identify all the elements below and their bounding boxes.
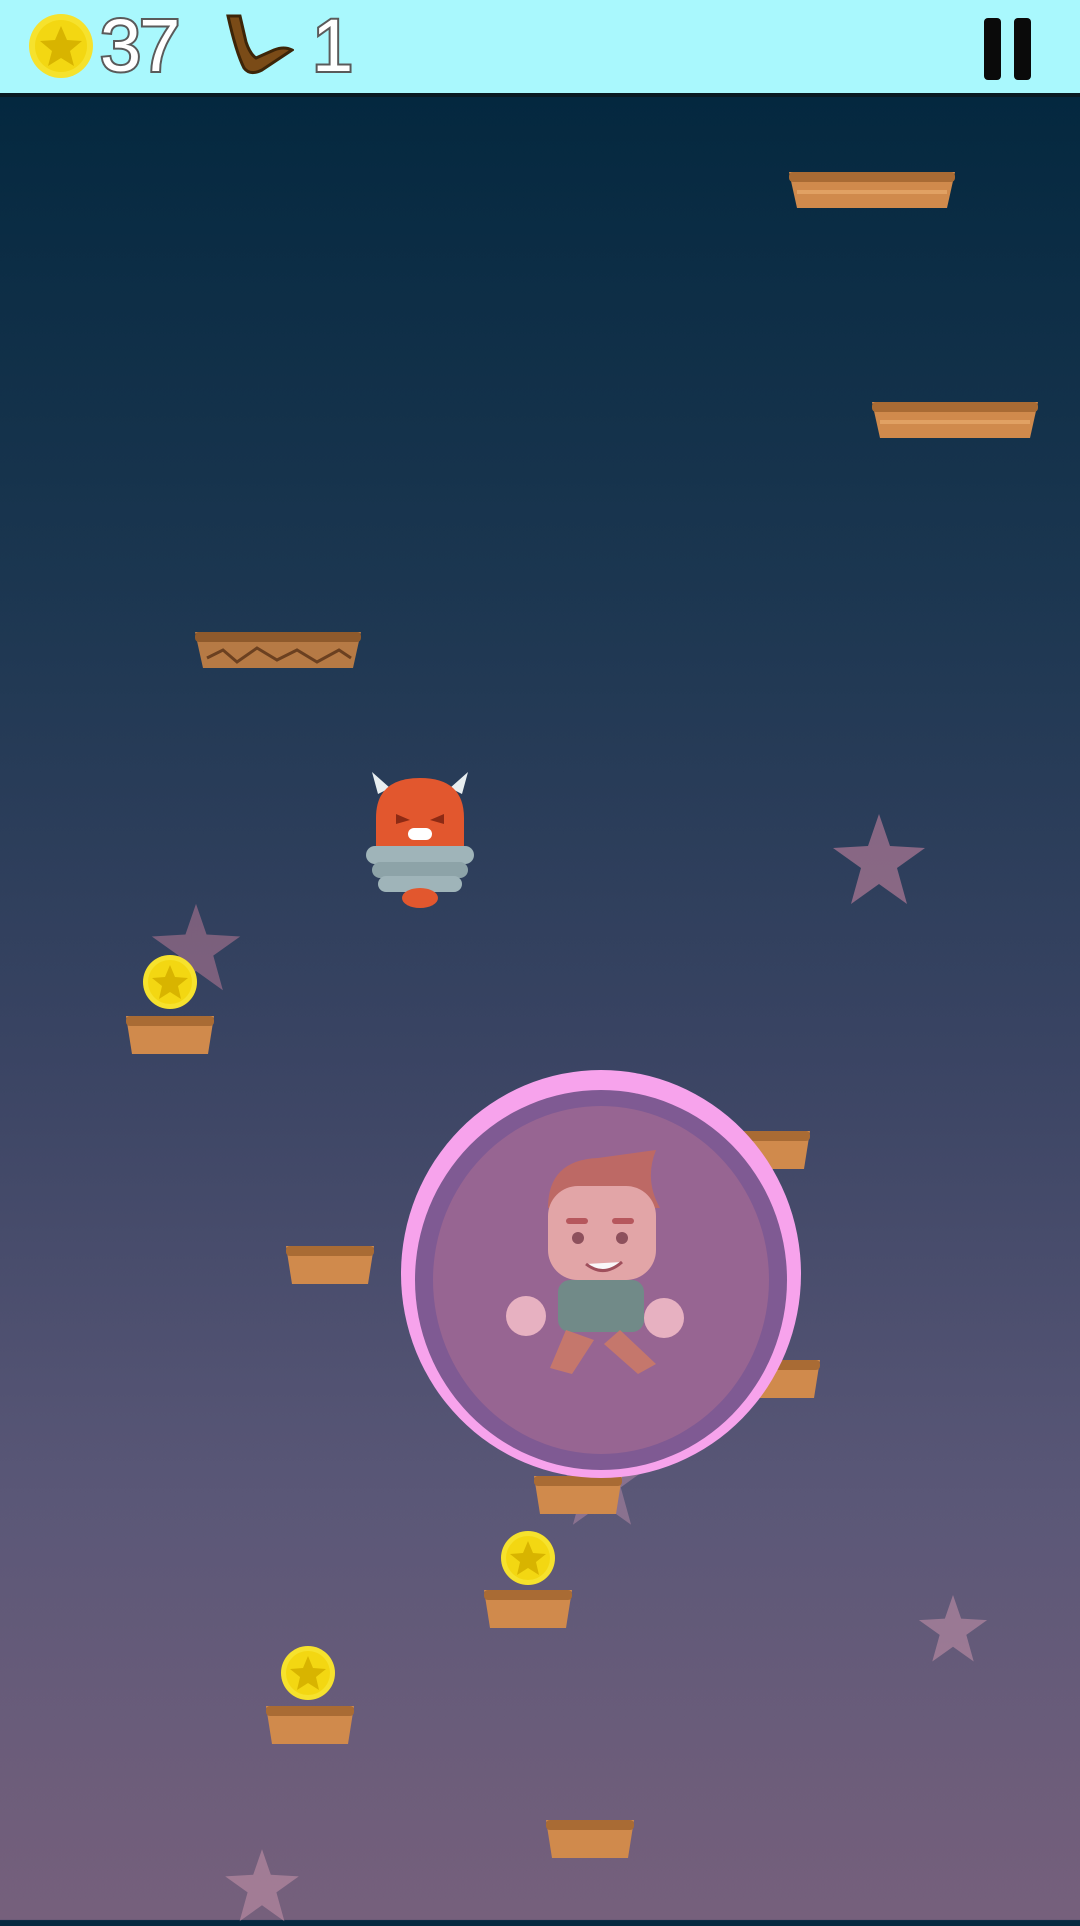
horned-monster-enemy [366,772,474,908]
wooden-platform [546,1820,634,1858]
star-coin-pickup [281,1646,335,1700]
boomerang-count: 1 [310,2,355,89]
pause-button[interactable] [978,18,1038,80]
wooden-platform [484,1590,572,1628]
star-coin-pickup [143,955,197,1009]
wooden-platform [286,1246,374,1284]
player-character-in-bubble [401,1070,801,1478]
top-hud-bar: 37 1 [0,0,1080,97]
wooden-platform [789,172,955,208]
star-coin-pickup [501,1531,555,1585]
coin-count: 37 [98,2,182,89]
wooden-platform [872,402,1038,438]
cracked-platform [195,632,361,668]
wooden-platform [126,1016,214,1054]
pause-icon-bar-left [984,18,1001,80]
star-coin-icon [29,14,93,78]
boomerang-icon [226,14,294,75]
pause-icon-bar-right [1014,18,1031,80]
wooden-platform [266,1706,354,1744]
background-star-icon [833,814,925,904]
background-star-icon [225,1849,299,1922]
background-star-icon [918,1594,988,1662]
